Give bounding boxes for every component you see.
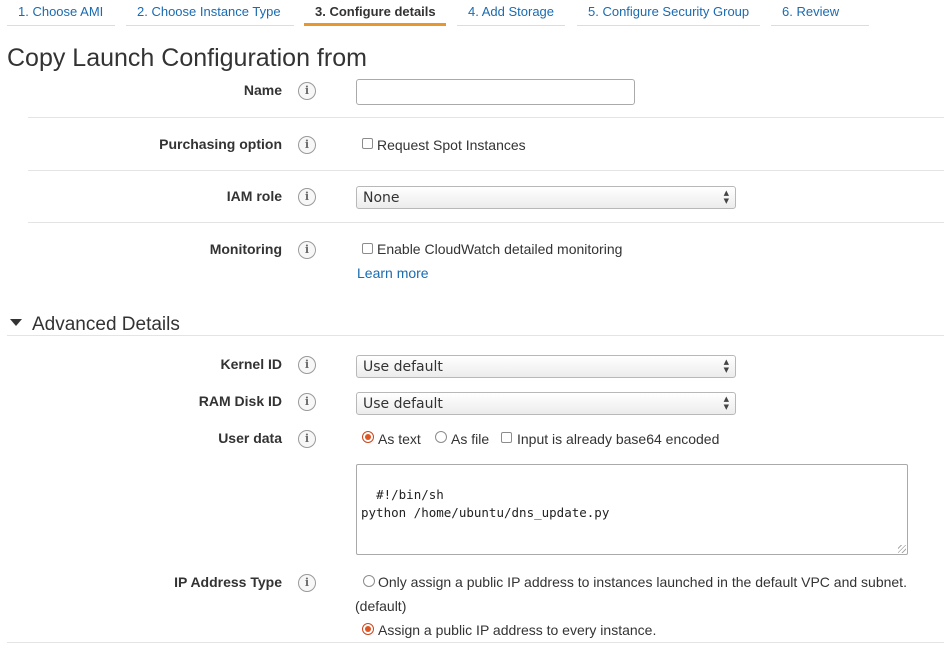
tab-configure-security-group[interactable]: 5. Configure Security Group — [577, 0, 760, 26]
section-divider — [7, 335, 944, 336]
wizard-tabs: 1. Choose AMI 2. Choose Instance Type 3.… — [0, 0, 944, 26]
user-data-as-file-label: As file — [451, 431, 490, 447]
iam-role-selected-value: None — [363, 190, 400, 206]
tab-choose-instance-type[interactable]: 2. Choose Instance Type — [126, 0, 294, 26]
select-arrows-icon: ▲ ▼ — [723, 395, 729, 411]
user-data-as-file-radio[interactable] — [435, 431, 447, 443]
kernel-id-info-icon[interactable]: i — [298, 356, 316, 374]
user-data-as-text-radio[interactable] — [362, 431, 374, 443]
resize-grip-icon[interactable] — [898, 545, 906, 553]
page-title: Copy Launch Configuration from — [7, 44, 367, 72]
name-input[interactable] — [356, 79, 635, 105]
purchasing-option-info-icon[interactable]: i — [298, 136, 316, 154]
select-arrows-icon: ▲ ▼ — [723, 358, 729, 374]
monitoring-label: Monitoring — [209, 241, 282, 257]
row-divider — [28, 117, 944, 118]
base64-encoded-label: Input is already base64 encoded — [517, 431, 720, 447]
request-spot-instances-checkbox[interactable] — [362, 138, 373, 149]
ip-every-instance-radio[interactable] — [362, 623, 374, 635]
row-divider — [28, 170, 944, 171]
ram-disk-id-info-icon[interactable]: i — [298, 393, 316, 411]
user-data-info-icon[interactable]: i — [298, 430, 316, 448]
iam-role-info-icon[interactable]: i — [298, 188, 316, 206]
ram-disk-id-selected-value: Use default — [363, 396, 443, 412]
ram-disk-id-select[interactable]: Use default ▲ ▼ — [356, 392, 736, 415]
request-spot-instances-label: Request Spot Instances — [377, 137, 526, 153]
advanced-details-toggle[interactable]: Advanced Details — [10, 314, 180, 336]
name-label: Name — [243, 82, 282, 98]
ip-address-type-info-icon[interactable]: i — [298, 574, 316, 592]
cloudwatch-monitoring-checkbox[interactable] — [362, 243, 373, 254]
purchasing-option-label: Purchasing option — [159, 136, 282, 152]
user-data-as-text-label: As text — [378, 431, 421, 447]
tab-add-storage[interactable]: 4. Add Storage — [457, 0, 565, 26]
user-data-content: #!/bin/sh python /home/ubuntu/dns_update… — [361, 487, 610, 520]
ram-disk-id-label: RAM Disk ID — [198, 393, 282, 409]
row-divider — [28, 222, 944, 223]
learn-more-link[interactable]: Learn more — [357, 265, 429, 281]
cloudwatch-monitoring-label: Enable CloudWatch detailed monitoring — [377, 241, 623, 257]
base64-encoded-checkbox[interactable] — [501, 432, 512, 443]
user-data-textarea[interactable]: #!/bin/sh python /home/ubuntu/dns_update… — [356, 464, 908, 555]
ip-every-instance-label: Assign a public IP address to every inst… — [378, 622, 657, 638]
iam-role-label: IAM role — [226, 188, 282, 204]
user-data-label: User data — [218, 430, 282, 446]
ip-default-radio[interactable] — [363, 575, 375, 587]
caret-down-icon — [10, 319, 22, 327]
monitoring-info-icon[interactable]: i — [298, 241, 316, 259]
ip-default-option-label: Only assign a public IP address to insta… — [378, 574, 907, 590]
name-info-icon[interactable]: i — [298, 82, 316, 100]
tab-choose-ami[interactable]: 1. Choose AMI — [7, 0, 115, 26]
advanced-details-heading: Advanced Details — [32, 314, 180, 335]
ip-address-type-label: IP Address Type — [174, 574, 282, 590]
tab-review[interactable]: 6. Review — [771, 0, 869, 26]
tab-configure-details[interactable]: 3. Configure details — [304, 0, 446, 26]
select-arrows-icon: ▲ ▼ — [723, 189, 729, 205]
kernel-id-label: Kernel ID — [220, 356, 282, 372]
row-divider — [7, 642, 944, 643]
kernel-id-selected-value: Use default — [363, 359, 443, 375]
iam-role-select[interactable]: None ▲ ▼ — [356, 186, 736, 209]
kernel-id-select[interactable]: Use default ▲ ▼ — [356, 355, 736, 378]
ip-default-option-note: (default) — [355, 598, 407, 614]
